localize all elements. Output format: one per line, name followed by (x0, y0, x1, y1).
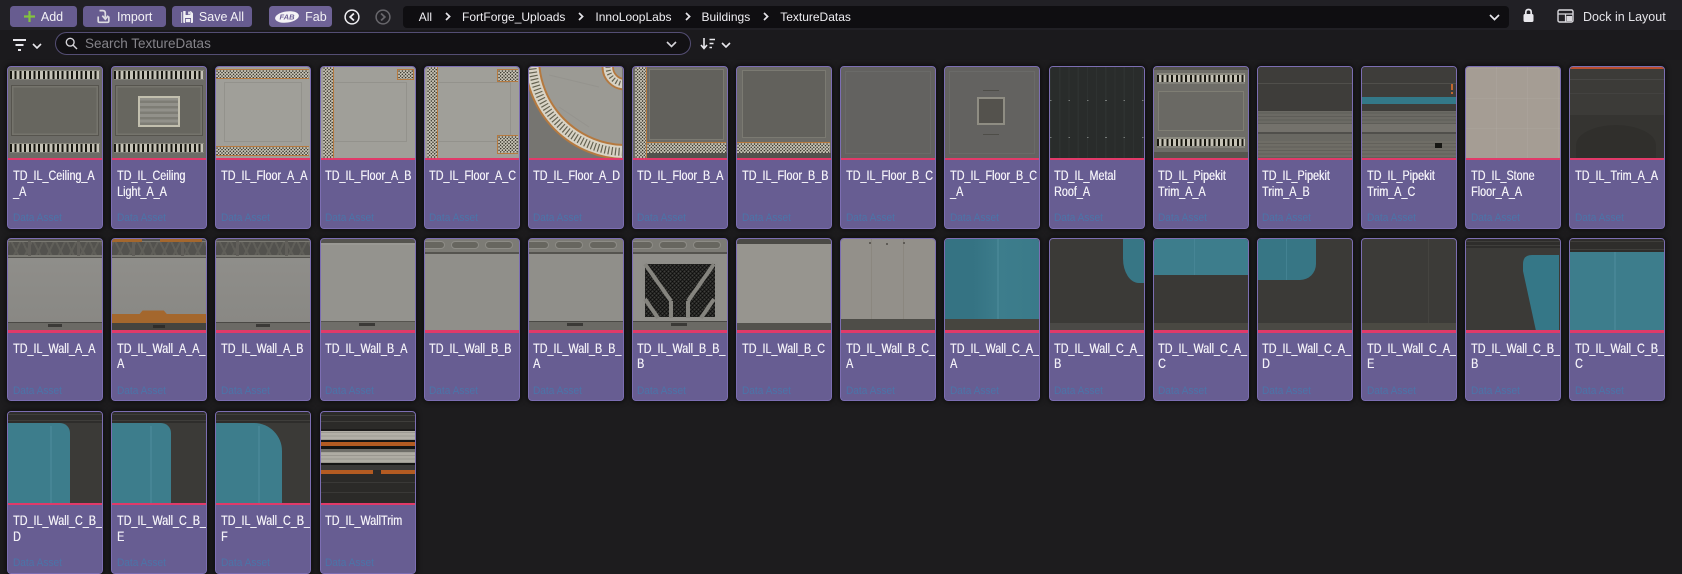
svg-text:FAB: FAB (280, 12, 296, 21)
